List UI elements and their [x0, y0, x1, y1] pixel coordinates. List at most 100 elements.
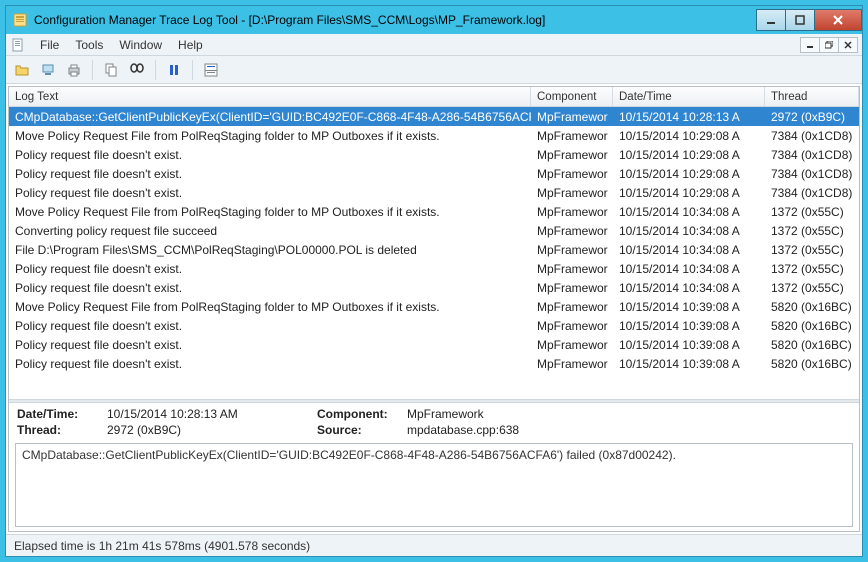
- log-row[interactable]: Policy request file doesn't exist.MpFram…: [9, 335, 859, 354]
- col-header-thread[interactable]: Thread: [765, 87, 859, 106]
- log-cell-datetime: 10/15/2014 10:28:13 A: [613, 110, 765, 124]
- log-cell-datetime: 10/15/2014 10:34:08 A: [613, 243, 765, 257]
- log-row[interactable]: Converting policy request file succeedMp…: [9, 221, 859, 240]
- log-cell-datetime: 10/15/2014 10:34:08 A: [613, 224, 765, 238]
- log-row[interactable]: Policy request file doesn't exist.MpFram…: [9, 278, 859, 297]
- log-cell-datetime: 10/15/2014 10:39:08 A: [613, 338, 765, 352]
- find-button[interactable]: [125, 58, 149, 82]
- log-cell-text: Policy request file doesn't exist.: [9, 338, 531, 352]
- details-meta: Date/Time: 10/15/2014 10:28:13 AM Compon…: [9, 403, 859, 441]
- log-row[interactable]: Policy request file doesn't exist.MpFram…: [9, 316, 859, 335]
- menu-tools[interactable]: Tools: [67, 36, 111, 54]
- log-row[interactable]: Policy request file doesn't exist.MpFram…: [9, 145, 859, 164]
- copy-button[interactable]: [99, 58, 123, 82]
- details-source-value: mpdatabase.cpp:638: [407, 423, 851, 437]
- log-cell-component: MpFramewor: [531, 300, 613, 314]
- log-row[interactable]: Policy request file doesn't exist.MpFram…: [9, 354, 859, 373]
- details-source-label: Source:: [317, 423, 407, 437]
- window-title: Configuration Manager Trace Log Tool - […: [34, 13, 757, 27]
- log-rows[interactable]: CMpDatabase::GetClientPublicKeyEx(Client…: [9, 107, 859, 399]
- statusbar: Elapsed time is 1h 21m 41s 578ms (4901.5…: [6, 534, 862, 556]
- log-cell-text: Policy request file doesn't exist.: [9, 167, 531, 181]
- details-component-value: MpFramework: [407, 407, 851, 421]
- log-cell-datetime: 10/15/2014 10:34:08 A: [613, 262, 765, 276]
- log-cell-thread: 7384 (0x1CD8): [765, 167, 859, 181]
- menu-help[interactable]: Help: [170, 36, 211, 54]
- log-cell-thread: 7384 (0x1CD8): [765, 129, 859, 143]
- toggle-detail-button[interactable]: [199, 58, 223, 82]
- details-component-label: Component:: [317, 407, 407, 421]
- log-cell-text: Move Policy Request File from PolReqStag…: [9, 205, 531, 219]
- log-cell-text: Policy request file doesn't exist.: [9, 186, 531, 200]
- log-cell-datetime: 10/15/2014 10:29:08 A: [613, 148, 765, 162]
- log-cell-datetime: 10/15/2014 10:34:08 A: [613, 281, 765, 295]
- log-cell-text: Policy request file doesn't exist.: [9, 357, 531, 371]
- log-cell-text: Policy request file doesn't exist.: [9, 319, 531, 333]
- print-button[interactable]: [62, 58, 86, 82]
- mdi-minimize-button[interactable]: [800, 37, 820, 53]
- menu-file[interactable]: File: [32, 36, 67, 54]
- toolbar: [6, 56, 862, 84]
- details-thread-label: Thread:: [17, 423, 107, 437]
- col-header-datetime[interactable]: Date/Time: [613, 87, 765, 106]
- log-cell-datetime: 10/15/2014 10:39:08 A: [613, 300, 765, 314]
- log-cell-thread: 5820 (0x16BC): [765, 338, 859, 352]
- open-server-button[interactable]: [36, 58, 60, 82]
- log-row[interactable]: Move Policy Request File from PolReqStag…: [9, 202, 859, 221]
- log-row[interactable]: Move Policy Request File from PolReqStag…: [9, 297, 859, 316]
- log-cell-component: MpFramewor: [531, 224, 613, 238]
- minimize-button[interactable]: [756, 9, 786, 31]
- col-header-logtext[interactable]: Log Text: [9, 87, 531, 106]
- log-cell-text: Policy request file doesn't exist.: [9, 262, 531, 276]
- log-cell-component: MpFramewor: [531, 319, 613, 333]
- log-cell-text: CMpDatabase::GetClientPublicKeyEx(Client…: [9, 110, 531, 124]
- mdi-close-button[interactable]: [838, 37, 858, 53]
- menu-window[interactable]: Window: [111, 36, 170, 54]
- col-header-component[interactable]: Component: [531, 87, 613, 106]
- log-cell-text: File D:\Program Files\SMS_CCM\PolReqStag…: [9, 243, 531, 257]
- log-cell-component: MpFramewor: [531, 110, 613, 124]
- log-pane: Log Text Component Date/Time Thread CMpD…: [8, 86, 860, 532]
- log-cell-text: Converting policy request file succeed: [9, 224, 531, 238]
- log-cell-text: Policy request file doesn't exist.: [9, 281, 531, 295]
- maximize-button[interactable]: [785, 9, 815, 31]
- log-cell-datetime: 10/15/2014 10:39:08 A: [613, 357, 765, 371]
- document-icon: [10, 37, 26, 53]
- log-cell-datetime: 10/15/2014 10:34:08 A: [613, 205, 765, 219]
- close-button[interactable]: [814, 9, 862, 31]
- log-cell-thread: 1372 (0x55C): [765, 205, 859, 219]
- log-row[interactable]: Policy request file doesn't exist.MpFram…: [9, 259, 859, 278]
- log-cell-thread: 5820 (0x16BC): [765, 319, 859, 333]
- app-icon: [12, 12, 28, 28]
- statusbar-text: Elapsed time is 1h 21m 41s 578ms (4901.5…: [14, 539, 310, 553]
- log-row[interactable]: File D:\Program Files\SMS_CCM\PolReqStag…: [9, 240, 859, 259]
- log-row[interactable]: Policy request file doesn't exist.MpFram…: [9, 183, 859, 202]
- log-cell-thread: 1372 (0x55C): [765, 243, 859, 257]
- log-cell-component: MpFramewor: [531, 281, 613, 295]
- log-cell-datetime: 10/15/2014 10:29:08 A: [613, 186, 765, 200]
- log-cell-component: MpFramewor: [531, 338, 613, 352]
- log-row[interactable]: Move Policy Request File from PolReqStag…: [9, 126, 859, 145]
- details-thread-value: 2972 (0xB9C): [107, 423, 317, 437]
- log-cell-thread: 5820 (0x16BC): [765, 300, 859, 314]
- log-row[interactable]: Policy request file doesn't exist.MpFram…: [9, 164, 859, 183]
- log-cell-component: MpFramewor: [531, 205, 613, 219]
- log-cell-text: Move Policy Request File from PolReqStag…: [9, 129, 531, 143]
- log-cell-thread: 1372 (0x55C): [765, 262, 859, 276]
- log-row[interactable]: CMpDatabase::GetClientPublicKeyEx(Client…: [9, 107, 859, 126]
- log-cell-thread: 1372 (0x55C): [765, 224, 859, 238]
- titlebar[interactable]: Configuration Manager Trace Log Tool - […: [6, 6, 862, 34]
- log-cell-component: MpFramewor: [531, 129, 613, 143]
- log-cell-thread: 2972 (0xB9C): [765, 110, 859, 124]
- mdi-restore-button[interactable]: [819, 37, 839, 53]
- log-cell-thread: 7384 (0x1CD8): [765, 148, 859, 162]
- pause-button[interactable]: [162, 58, 186, 82]
- open-file-button[interactable]: [10, 58, 34, 82]
- column-headers: Log Text Component Date/Time Thread: [9, 87, 859, 107]
- details-message[interactable]: CMpDatabase::GetClientPublicKeyEx(Client…: [15, 443, 853, 527]
- log-cell-text: Move Policy Request File from PolReqStag…: [9, 300, 531, 314]
- log-cell-datetime: 10/15/2014 10:39:08 A: [613, 319, 765, 333]
- log-cell-thread: 5820 (0x16BC): [765, 357, 859, 371]
- log-cell-component: MpFramewor: [531, 243, 613, 257]
- details-datetime-value: 10/15/2014 10:28:13 AM: [107, 407, 317, 421]
